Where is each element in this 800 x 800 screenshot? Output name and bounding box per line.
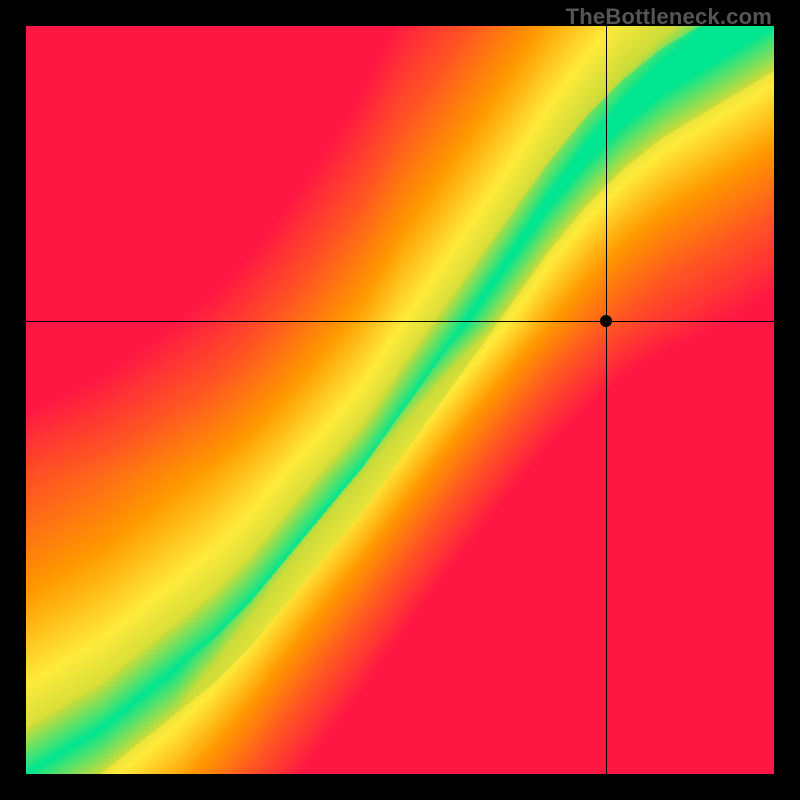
crosshair-horizontal: [26, 321, 774, 322]
chart-frame: TheBottleneck.com: [0, 0, 800, 800]
watermark-text: TheBottleneck.com: [566, 4, 772, 30]
heatmap-canvas: [26, 26, 774, 774]
heatmap-plot-area: [26, 26, 774, 774]
selection-marker: [600, 315, 612, 327]
crosshair-vertical: [606, 26, 607, 774]
